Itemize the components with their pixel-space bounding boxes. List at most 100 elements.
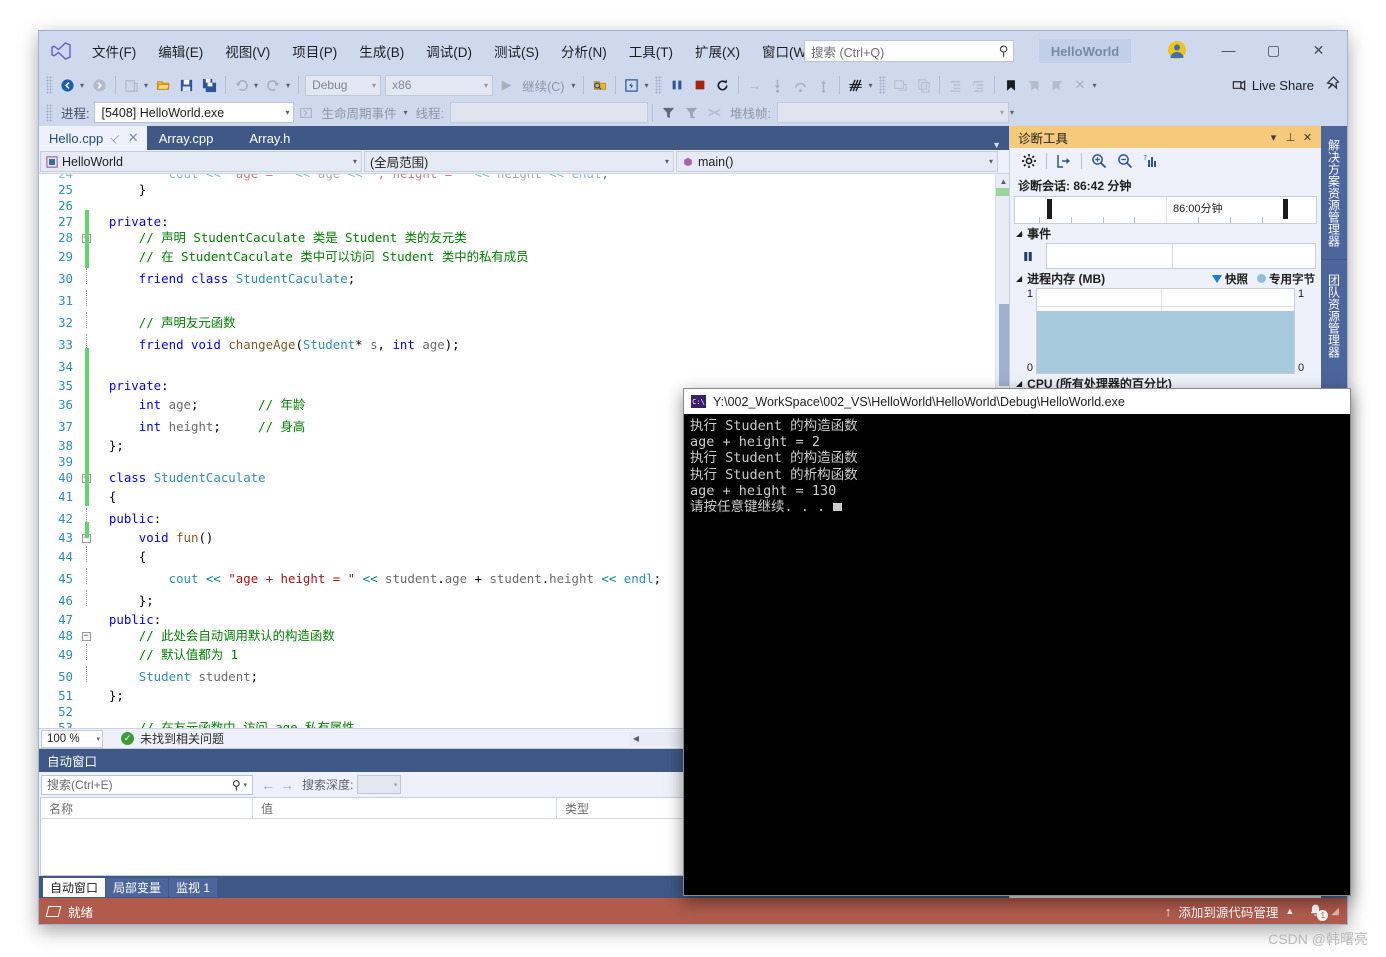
source-control-label[interactable]: 添加到源代码管理	[1178, 902, 1278, 921]
column-header-value[interactable]: 值	[253, 798, 557, 818]
outlining-glyph[interactable]	[78, 720, 94, 728]
toggle-threads-icon[interactable]	[703, 102, 726, 124]
scroll-left-arrow[interactable]: ◀	[629, 732, 643, 746]
attach-to-process-icon[interactable]	[588, 74, 611, 96]
console-window[interactable]: C:\ Y:\002_WorkSpace\002_VS\HelloWorld\H…	[683, 388, 1351, 896]
scope-select[interactable]: (全局范围) ▾	[364, 151, 674, 172]
undo-dropdown[interactable]: ▾	[253, 81, 262, 90]
code-line[interactable]: 49 // 默认值都为 1	[39, 644, 661, 666]
close-tab-icon[interactable]: ✕	[128, 130, 139, 146]
new-project-dropdown[interactable]: ▾	[143, 81, 152, 90]
resize-grip-icon[interactable]: ◢	[1331, 906, 1339, 917]
filter-icon[interactable]	[657, 102, 680, 124]
search-next-icon[interactable]: →	[280, 777, 294, 793]
outlining-glyph[interactable]	[78, 290, 94, 312]
redo-dropdown[interactable]: ▾	[285, 81, 294, 90]
vertical-tab-solution-explorer[interactable]: 解决方案资源管理器	[1321, 128, 1347, 258]
toolbar-grip[interactable]	[46, 103, 53, 122]
decrease-indent-icon[interactable]: ?	[967, 74, 990, 96]
diagnostic-tools-icon[interactable]	[844, 74, 867, 96]
tab-locals[interactable]: 局部变量	[106, 877, 169, 897]
column-header-name[interactable]: 名称	[41, 798, 253, 818]
code-line[interactable]: 52	[39, 704, 661, 720]
search-depth-select[interactable]: ▾	[357, 775, 402, 794]
memory-chart[interactable]: 1 0 1 0	[1010, 288, 1321, 374]
lifecycle-dropdown[interactable]: ▾	[403, 108, 412, 117]
maximize-button[interactable]: ▢	[1251, 35, 1296, 65]
code-line[interactable]: 27 private:	[39, 214, 661, 230]
code-line[interactable]: 37 int height; // 身高	[39, 416, 661, 438]
uncomment-block-icon[interactable]	[912, 74, 935, 96]
notifications-button[interactable]: 1	[1307, 903, 1329, 921]
quick-launch-search[interactable]: 搜索 (Ctrl+Q) ⚲	[804, 40, 1014, 62]
close-button[interactable]: ✕	[1296, 35, 1341, 65]
code-line[interactable]: 48− // 此处会自动调用默认的构造函数	[39, 628, 661, 644]
code-line[interactable]: 29 // 在 StudentCaculate 类中可以访问 Student 类…	[39, 246, 661, 268]
toolbar-overflow[interactable]: ▾	[1009, 108, 1018, 117]
code-line[interactable]: 43− void fun()	[39, 530, 661, 546]
code-line[interactable]: 32 // 声明友元函数	[39, 312, 661, 334]
outlining-glyph[interactable]	[78, 688, 94, 704]
toolbar-grip[interactable]	[879, 76, 887, 94]
new-project-icon[interactable]	[120, 74, 143, 96]
memory-plot-area[interactable]	[1036, 288, 1295, 374]
code-line[interactable]: 44 {	[39, 546, 661, 568]
clear-bookmarks-icon[interactable]: ✕	[1068, 74, 1091, 96]
comment-block-icon[interactable]	[889, 74, 912, 96]
process-select[interactable]: [5408] HelloWorld.exe ▾	[94, 102, 295, 123]
code-line[interactable]: 39	[39, 454, 661, 470]
code-line[interactable]: 26	[39, 198, 661, 214]
close-icon[interactable]: ✕	[1301, 131, 1314, 144]
toolbar-grip[interactable]	[46, 76, 53, 94]
pin-toolbar-icon[interactable]	[1324, 75, 1341, 96]
show-next-statement-icon[interactable]: →	[743, 74, 766, 96]
diagnostic-section-memory[interactable]: ◢ 进程内存 (MB) 快照 专用字节	[1010, 269, 1321, 288]
diagnostic-dropdown[interactable]: ▾	[867, 81, 876, 90]
account-avatar-icon[interactable]	[1162, 35, 1192, 65]
zoom-out-icon[interactable]	[1112, 150, 1138, 172]
outlining-glyph[interactable]	[78, 174, 94, 182]
menu-item-debug[interactable]: 调试(D)	[415, 37, 483, 65]
menu-item-view[interactable]: 视图(V)	[214, 37, 281, 65]
code-line[interactable]: 30 friend class StudentCaculate;	[39, 268, 661, 290]
code-line[interactable]: 41 {	[39, 486, 661, 508]
outlining-glyph[interactable]	[78, 612, 94, 628]
gear-icon[interactable]	[1016, 150, 1042, 172]
outlining-glyph[interactable]	[78, 568, 94, 590]
increase-indent-icon[interactable]	[944, 74, 967, 96]
toolbar-grip[interactable]	[655, 76, 663, 94]
export-icon[interactable]	[1051, 150, 1077, 172]
events-track[interactable]	[1046, 243, 1316, 269]
undo-icon[interactable]	[230, 74, 253, 96]
editor-tab-array-cpp[interactable]: Array.cpp	[146, 126, 238, 150]
code-line[interactable]: 25 }	[39, 182, 661, 198]
menu-item-test[interactable]: 测试(S)	[483, 37, 550, 65]
next-bookmark-icon[interactable]	[1045, 74, 1068, 96]
menu-item-edit[interactable]: 编辑(E)	[147, 37, 214, 65]
continue-dropdown[interactable]: ▾	[570, 81, 579, 90]
solution-platform-select[interactable]: x86 ▾	[385, 74, 494, 96]
code-line[interactable]: 28− // 声明 StudentCaculate 类是 Student 类的友…	[39, 230, 661, 246]
code-line[interactable]: 47 public:	[39, 612, 661, 628]
restart-debugging-icon[interactable]	[711, 74, 734, 96]
code-line[interactable]: 40− class StudentCaculate	[39, 470, 661, 486]
menu-item-build[interactable]: 生成(B)	[348, 37, 415, 65]
search-previous-icon[interactable]: ←	[261, 777, 275, 793]
code-line[interactable]: 46 };	[39, 590, 661, 612]
menu-item-extensions[interactable]: 扩展(X)	[684, 37, 751, 65]
lifecycle-events-icon[interactable]	[294, 102, 317, 124]
outlining-glyph[interactable]	[78, 182, 94, 198]
code-line[interactable]: 31	[39, 290, 661, 312]
code-line[interactable]: 51 };	[39, 688, 661, 704]
code-line[interactable]: 45 cout << "age + height = " << student.…	[39, 568, 661, 590]
continue-play-icon[interactable]: ▶	[495, 74, 518, 96]
zoom-in-icon[interactable]	[1086, 150, 1112, 172]
project-select[interactable]: HelloWorld ▾	[40, 151, 362, 172]
chart-help-icon[interactable]: ?	[1138, 150, 1164, 172]
stop-debugging-icon[interactable]	[688, 74, 711, 96]
outlining-glyph[interactable]	[78, 268, 94, 290]
solution-configuration-select[interactable]: Debug ▾	[305, 74, 382, 96]
code-line[interactable]: 34	[39, 356, 661, 378]
outlining-glyph[interactable]	[78, 312, 94, 334]
navigate-backward-icon[interactable]	[56, 74, 79, 96]
